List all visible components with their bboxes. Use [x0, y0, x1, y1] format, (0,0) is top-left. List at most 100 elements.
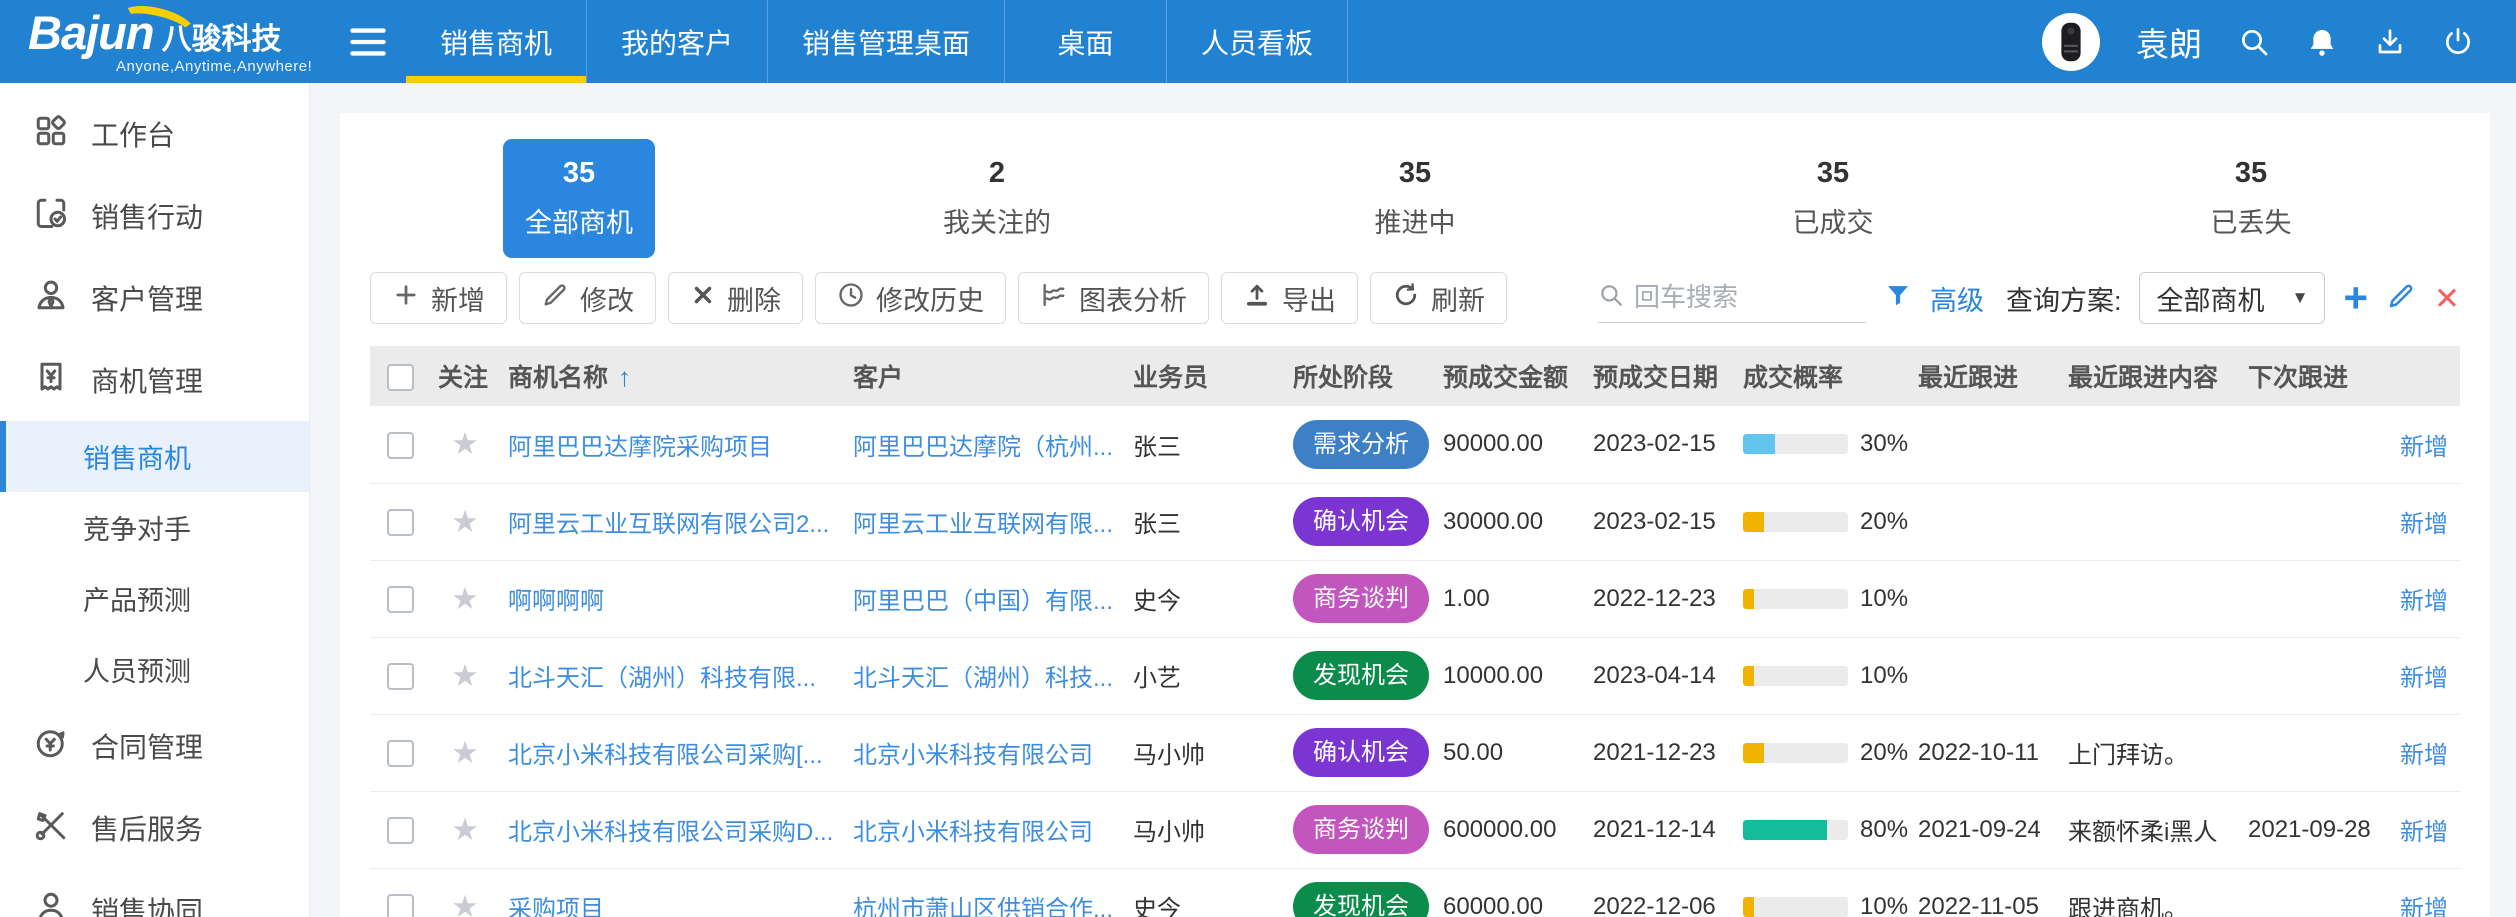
opportunity-name-link[interactable]: 北斗天汇（湖州）科技有限...	[508, 665, 816, 692]
download-icon[interactable]	[2374, 26, 2406, 58]
row-add-link[interactable]: 新增	[2400, 896, 2448, 917]
star-icon[interactable]: ★	[451, 426, 479, 461]
row-add-link[interactable]: 新增	[2400, 742, 2448, 769]
customer-link[interactable]: 杭州市萧山区供销合作...	[853, 896, 1113, 917]
opportunity-name-link[interactable]: 啊啊啊啊	[508, 588, 604, 615]
stat-card-won[interactable]: 35 已成交	[1771, 139, 1896, 258]
power-icon[interactable]	[2442, 26, 2474, 58]
search-icon[interactable]	[2238, 26, 2270, 58]
stat-card-lost[interactable]: 35 已丢失	[2189, 139, 2314, 258]
search-input[interactable]	[1634, 282, 1866, 313]
row-add-link[interactable]: 新增	[2400, 665, 2448, 692]
opportunity-name-link[interactable]: 北京小米科技有限公司采购[...	[508, 742, 823, 769]
menu-toggle-icon[interactable]	[330, 0, 406, 83]
col-header-next-follow[interactable]: 下次跟进	[2240, 346, 2390, 406]
col-header-probability[interactable]: 成交概率	[1735, 346, 1910, 406]
row-add-link[interactable]: 新增	[2400, 511, 2448, 538]
row-checkbox[interactable]	[387, 894, 414, 917]
sidebar-item-after-sales[interactable]: 售后服务	[0, 787, 309, 869]
opportunity-name-link[interactable]: 北京小米科技有限公司采购D...	[508, 819, 833, 846]
history-button[interactable]: 修改历史	[815, 272, 1006, 324]
sidebar-item-workbench[interactable]: 工作台	[0, 93, 309, 175]
sidebar-item-customer-mgmt[interactable]: 客户管理	[0, 257, 309, 339]
row-add-link[interactable]: 新增	[2400, 588, 2448, 615]
col-header-close-date[interactable]: 预成交日期	[1585, 346, 1735, 406]
row-checkbox[interactable]	[387, 817, 414, 844]
select-all-checkbox[interactable]	[387, 364, 414, 391]
sidebar-item-sales-opportunity[interactable]: 销售商机	[0, 421, 309, 492]
tab-sales-desktop[interactable]: 销售管理桌面	[768, 0, 1005, 83]
star-icon[interactable]: ★	[451, 889, 479, 917]
star-icon[interactable]: ★	[451, 658, 479, 693]
star-icon[interactable]: ★	[451, 581, 479, 616]
col-header-follow[interactable]: 关注	[430, 346, 500, 406]
col-header-last-follow[interactable]: 最近跟进	[1910, 346, 2060, 406]
customer-link[interactable]: 阿里巴巴（中国）有限...	[853, 588, 1113, 615]
row-add-link[interactable]: 新增	[2400, 819, 2448, 846]
star-icon[interactable]: ★	[451, 735, 479, 770]
opportunity-name-link[interactable]: 阿里巴巴达摩院采购项目	[508, 434, 772, 461]
avatar[interactable]	[2042, 13, 2100, 71]
edit-scheme-icon[interactable]	[2386, 281, 2416, 316]
row-checkbox[interactable]	[387, 509, 414, 536]
add-scheme-icon[interactable]: +	[2343, 277, 2368, 319]
customer-link[interactable]: 北京小米科技有限公司	[853, 742, 1093, 769]
row-checkbox[interactable]	[387, 663, 414, 690]
row-checkbox[interactable]	[387, 586, 414, 613]
sidebar-item-staff-forecast[interactable]: 人员预测	[0, 634, 309, 705]
row-add-link[interactable]: 新增	[2400, 434, 2448, 461]
chart-analysis-button[interactable]: 图表分析	[1018, 272, 1209, 324]
col-header-last-follow-content[interactable]: 最近跟进内容	[2060, 346, 2240, 406]
col-header-stage[interactable]: 所处阶段	[1285, 346, 1435, 406]
probability-cell: 20%	[1735, 483, 1910, 560]
col-header-amount[interactable]: 预成交金额	[1435, 346, 1585, 406]
progress-fill	[1743, 666, 1754, 686]
add-button[interactable]: 新增	[370, 272, 507, 324]
star-icon[interactable]: ★	[451, 504, 479, 539]
customer-link[interactable]: 北斗天汇（湖州）科技...	[853, 665, 1113, 692]
probability-cell: 30%	[1735, 406, 1910, 483]
progress-bar	[1743, 820, 1848, 840]
filter-funnel-icon[interactable]	[1884, 282, 1912, 315]
sidebar-item-opportunity-mgmt[interactable]: 商机管理	[0, 339, 309, 421]
sidebar-item-competitors[interactable]: 竞争对手	[0, 492, 309, 563]
tab-desktop[interactable]: 桌面	[1005, 0, 1167, 83]
probability-cell: 10%	[1735, 637, 1910, 714]
opportunity-name-link[interactable]: 阿里云工业互联网有限公司2...	[508, 511, 829, 538]
advanced-search-link[interactable]: 高级	[1930, 279, 1984, 318]
customer-link[interactable]: 阿里巴巴达摩院（杭州...	[853, 434, 1113, 461]
bell-icon[interactable]	[2306, 26, 2338, 58]
col-header-customer[interactable]: 客户	[845, 346, 1125, 406]
amount-cell: 10000.00	[1435, 637, 1585, 714]
refresh-icon	[1392, 281, 1420, 316]
probability-cell: 10%	[1735, 868, 1910, 917]
delete-scheme-icon[interactable]: ✕	[2434, 283, 2460, 314]
customer-link[interactable]: 阿里云工业互联网有限...	[853, 511, 1113, 538]
tab-my-customers[interactable]: 我的客户	[587, 0, 768, 83]
username[interactable]: 袁朗	[2136, 18, 2202, 66]
customer-link[interactable]: 北京小米科技有限公司	[853, 819, 1093, 846]
sort-asc-icon[interactable]: ↑	[618, 362, 631, 392]
row-checkbox[interactable]	[387, 432, 414, 459]
row-checkbox[interactable]	[387, 740, 414, 767]
tab-staff-board[interactable]: 人员看板	[1167, 0, 1348, 83]
col-header-name[interactable]: 商机名称↑	[500, 346, 845, 406]
tab-sales-opportunity[interactable]: 销售商机	[406, 0, 587, 83]
sidebar-item-sales-collab[interactable]: 销售协同	[0, 869, 309, 917]
sidebar-item-contract-mgmt[interactable]: 合同管理	[0, 705, 309, 787]
opportunity-name-link[interactable]: 采购项目	[508, 896, 604, 917]
stage-cell: 商务谈判	[1285, 560, 1435, 637]
stat-card-in-progress[interactable]: 35 推进中	[1353, 139, 1478, 258]
star-icon[interactable]: ★	[451, 812, 479, 847]
delete-button[interactable]: 删除	[668, 272, 803, 324]
export-button[interactable]: 导出	[1221, 272, 1358, 324]
query-scheme-select[interactable]: 全部商机 ▼	[2139, 272, 2325, 324]
edit-button[interactable]: 修改	[519, 272, 656, 324]
amount-cell: 90000.00	[1435, 406, 1585, 483]
stat-card-all[interactable]: 35 全部商机	[503, 139, 655, 258]
refresh-button[interactable]: 刷新	[1370, 272, 1507, 324]
sidebar-item-product-forecast[interactable]: 产品预测	[0, 563, 309, 634]
col-header-salesperson[interactable]: 业务员	[1125, 346, 1285, 406]
stat-card-followed[interactable]: 2 我关注的	[921, 139, 1073, 258]
sidebar-item-sales-action[interactable]: 销售行动	[0, 175, 309, 257]
